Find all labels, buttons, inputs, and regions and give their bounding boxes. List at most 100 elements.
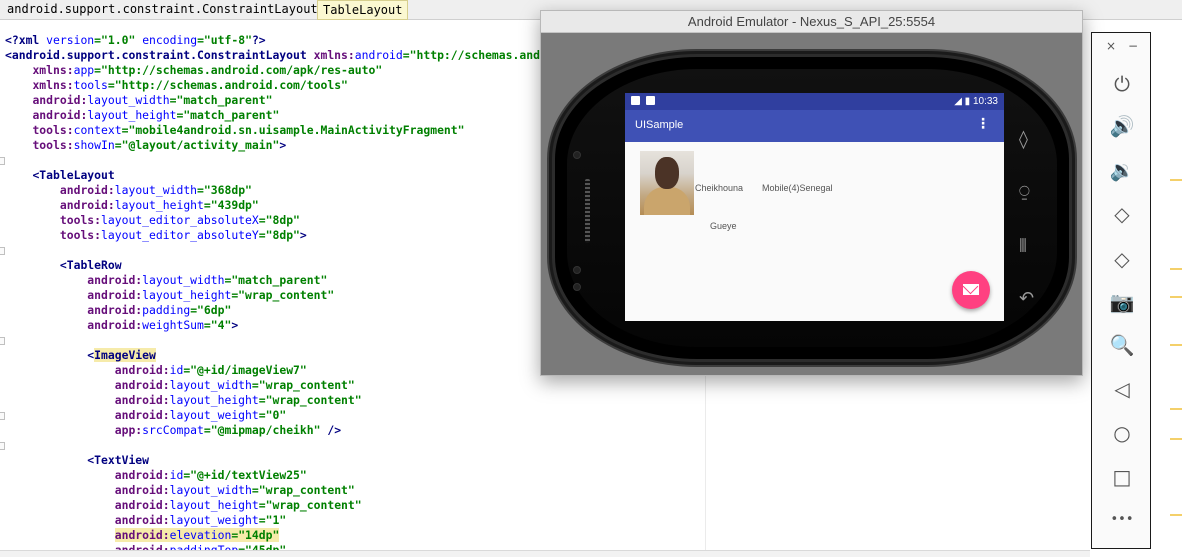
emulator-window[interactable]: Android Emulator - Nexus_S_API_25:5554 ◊… (540, 10, 1083, 376)
photo-head-shape (655, 157, 679, 189)
first-name-label: Cheikhouna (695, 183, 744, 193)
scroll-marker[interactable] (1170, 438, 1182, 440)
code-token: ="@mipmap/cheikh" (203, 423, 328, 437)
code-token: app: (114, 423, 143, 437)
scroll-marker[interactable] (1170, 344, 1182, 346)
last-name-label: Gueye (710, 221, 737, 231)
scroll-marker[interactable] (1170, 408, 1182, 410)
volume-up-icon[interactable]: 🔊 (1109, 113, 1135, 139)
emulator-control-panel: × − ⏻ 🔊 🔉 ◇ ◇ 📷 🔍 ◁ ○ □ ••• (1091, 32, 1151, 549)
hw-recents-icon[interactable]: ⦀ (1019, 236, 1027, 257)
code-token: ="wrap_content" (231, 288, 335, 302)
code-line[interactable]: android:layout_height="wrap_content" (5, 498, 711, 513)
scrollbar-markers[interactable] (1166, 0, 1182, 557)
code-line[interactable]: android:layout_weight="0" (5, 408, 711, 423)
status-time: 10:33 (972, 96, 998, 107)
scroll-marker[interactable] (1170, 514, 1182, 516)
code-line[interactable]: android:layout_weight="1" (5, 513, 711, 528)
more-icon[interactable]: ••• (1109, 507, 1135, 533)
code-token: ="mobile4android.sn.uisample.MainActivit… (121, 123, 465, 137)
code-token: ="8dp" (258, 213, 300, 227)
breadcrumb-item-tablelayout[interactable]: TableLayout (317, 0, 409, 20)
code-line[interactable]: app:srcCompat="@mipmap/cheikh" /> (5, 423, 711, 438)
code-line[interactable]: <TextView (5, 453, 711, 468)
code-line[interactable]: android:layout_width="wrap_content" (5, 483, 711, 498)
code-token: layout_editor_absoluteY (101, 228, 259, 242)
code-token: context (73, 123, 122, 137)
code-token: layout_weight (169, 408, 259, 422)
front-camera-dot (573, 151, 581, 159)
status-bar: ◢ ▮ 10:33 (625, 93, 1004, 110)
code-token: > (279, 138, 287, 152)
code-token: ="@layout/activity_main" (114, 138, 280, 152)
code-token: android: (114, 498, 170, 512)
code-token: android: (87, 288, 143, 302)
hw-menu-icon[interactable]: ◊ (1019, 129, 1028, 150)
code-token: ="http://schemas.android.com/apk/res-aut… (94, 63, 383, 77)
breadcrumb-item-constraintlayout[interactable]: android.support.constraint.ConstraintLay… (2, 0, 324, 20)
code-token: <android.support.constraint.ConstraintLa… (5, 48, 314, 62)
overflow-menu-icon[interactable]: ⋮ (976, 116, 990, 132)
code-token: android: (59, 183, 115, 197)
email-fab-button[interactable] (952, 271, 990, 309)
code-token: layout_width (87, 93, 170, 107)
code-token: android: (59, 198, 115, 212)
code-token: xmlns: (32, 63, 74, 77)
app-bar: UISample ⋮ (625, 110, 1004, 142)
code-token: tools: (32, 123, 74, 137)
home-icon[interactable]: ○ (1109, 420, 1135, 446)
sensor-dot (573, 266, 581, 274)
rotate-right-icon[interactable]: ◇ (1109, 246, 1135, 272)
minimize-icon[interactable]: − (1128, 39, 1138, 53)
photo-body-shape (644, 187, 690, 215)
org-label: Mobile(4)Senegal (762, 183, 833, 193)
hw-back-icon[interactable]: ↶ (1019, 288, 1034, 309)
camera-icon[interactable]: 📷 (1109, 289, 1135, 315)
code-line[interactable] (5, 438, 711, 453)
code-token: layout_weight (169, 513, 259, 527)
scroll-marker[interactable] (1170, 296, 1182, 298)
code-token: ="0" (258, 408, 287, 422)
code-token: ="6dp" (190, 303, 232, 317)
code-token: layout_width (169, 378, 252, 392)
code-token: encoding (142, 33, 198, 47)
app-title: UISample (635, 119, 684, 131)
code-token: xml (18, 33, 47, 47)
code-token: weightSum (142, 318, 204, 332)
emulator-title[interactable]: Android Emulator - Nexus_S_API_25:5554 (541, 11, 1082, 33)
code-token: > (299, 228, 307, 242)
close-icon[interactable]: × (1106, 39, 1116, 53)
code-line[interactable]: android:elevation="14dp" (5, 528, 711, 543)
overview-icon[interactable]: □ (1109, 464, 1135, 490)
code-line[interactable]: android:id="@+id/textView25" (5, 468, 711, 483)
code-token: ="wrap_content" (258, 498, 362, 512)
volume-down-icon[interactable]: 🔉 (1109, 157, 1135, 183)
rotate-left-icon[interactable]: ◇ (1109, 201, 1135, 227)
code-token: id (169, 468, 184, 482)
code-token: android (354, 48, 403, 62)
code-token: app (73, 63, 95, 77)
code-line[interactable]: android:layout_width="wrap_content" (5, 378, 711, 393)
android-screen[interactable]: ◢ ▮ 10:33 UISample ⋮ Cheikhouna Mobile(4… (625, 93, 1004, 321)
back-icon[interactable]: ◁ (1109, 376, 1135, 402)
hw-search-icon[interactable]: ⍜ (1019, 181, 1030, 202)
code-line[interactable]: android:layout_height="wrap_content" (5, 393, 711, 408)
code-token: ="4" (203, 318, 232, 332)
zoom-icon[interactable]: 🔍 (1109, 332, 1135, 358)
code-token: tools: (32, 138, 74, 152)
notification-icon (646, 96, 655, 105)
code-token: ="utf-8" (197, 33, 252, 47)
code-token: android: (32, 93, 88, 107)
scroll-marker[interactable] (1170, 179, 1182, 181)
scroll-marker[interactable] (1170, 268, 1182, 270)
power-icon[interactable]: ⏻ (1109, 71, 1135, 97)
code-token: <TableLayout (32, 168, 115, 182)
